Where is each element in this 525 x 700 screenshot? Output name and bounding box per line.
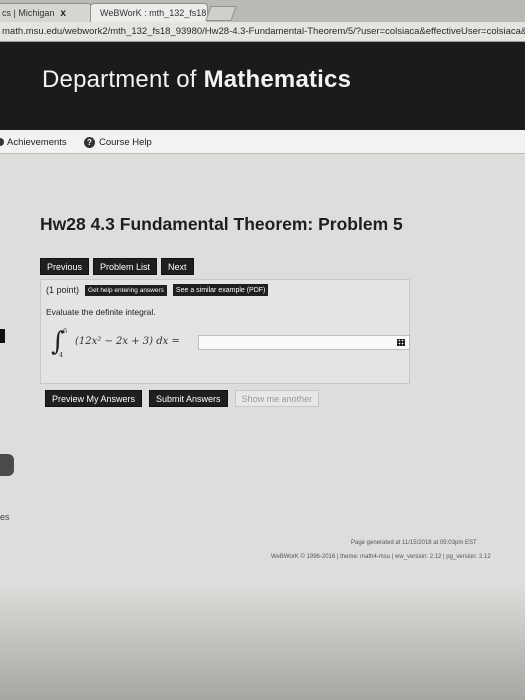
close-icon[interactable]: x bbox=[60, 8, 66, 19]
webwork-page: Department of Mathematics Achievements ?… bbox=[0, 42, 525, 700]
main-content: es Hw28 4.3 Fundamental Theorem: Problem… bbox=[0, 154, 525, 700]
similar-example-button[interactable]: See a similar example (PDF) bbox=[172, 284, 269, 296]
equation-editor-icon[interactable] bbox=[397, 339, 405, 346]
problem-header: (1 point) Get help entering answers See … bbox=[46, 284, 269, 296]
sidebar-fragment-text: es bbox=[0, 512, 10, 522]
new-tab-button[interactable] bbox=[205, 6, 237, 21]
url-text: math.msu.edu/webwork2/mth_132_fs18_93980… bbox=[2, 26, 525, 37]
next-button[interactable]: Next bbox=[161, 258, 194, 275]
nav-achievements[interactable]: Achievements bbox=[0, 130, 67, 154]
sidebar-toggle[interactable] bbox=[0, 454, 14, 476]
problem-panel: (1 point) Get help entering answers See … bbox=[40, 279, 410, 384]
show-another-button[interactable]: Show me another bbox=[234, 390, 320, 407]
answer-actions: Preview My Answers Submit Answers Show m… bbox=[45, 390, 320, 407]
department-title: Department of Mathematics bbox=[42, 66, 352, 93]
tab-label: WeBWorK : mth_132_fs18 bbox=[100, 8, 207, 18]
submit-answers-button[interactable]: Submit Answers bbox=[149, 390, 228, 407]
help-entering-answers-button[interactable]: Get help entering answers bbox=[85, 284, 167, 296]
address-bar[interactable]: math.msu.edu/webwork2/mth_132_fs18_93980… bbox=[0, 22, 525, 42]
tab-label: cs | Michigan bbox=[2, 8, 55, 18]
problem-instruction: Evaluate the definite integral. bbox=[46, 307, 156, 317]
upper-limit: 6 bbox=[63, 327, 68, 335]
tab-webwork[interactable]: WeBWorK : mth_132_fs18 X bbox=[90, 3, 208, 22]
problem-nav: Previous Problem List Next bbox=[40, 258, 194, 275]
trophy-icon bbox=[0, 138, 4, 146]
tab-michigan[interactable]: cs | Michigan x bbox=[0, 3, 92, 22]
answer-input[interactable] bbox=[198, 335, 410, 350]
sidebar-edge-marker bbox=[0, 329, 5, 343]
page-bottom-area bbox=[0, 584, 525, 700]
help-icon: ? bbox=[84, 136, 95, 148]
integral-expression: ∫ 6 4 (12x² − 2x + 3) dx = bbox=[51, 327, 411, 361]
department-banner: Department of Mathematics bbox=[0, 42, 525, 130]
problem-list-button[interactable]: Problem List bbox=[93, 258, 158, 275]
previous-button[interactable]: Previous bbox=[40, 258, 90, 275]
integrand: (12x² − 2x + 3) dx = bbox=[75, 336, 180, 347]
browser-tab-strip: cs | Michigan x WeBWorK : mth_132_fs18 X bbox=[0, 0, 525, 22]
page-generated-timestamp: Page generated at 11/15/2018 at 05:03pm … bbox=[351, 540, 477, 546]
lower-limit: 4 bbox=[59, 351, 64, 359]
problem-title: Hw28 4.3 Fundamental Theorem: Problem 5 bbox=[40, 214, 403, 234]
preview-answers-button[interactable]: Preview My Answers bbox=[45, 390, 143, 407]
points-label: (1 point) bbox=[46, 285, 80, 295]
nav-course-help[interactable]: ? Course Help bbox=[84, 130, 152, 154]
top-navbar: Achievements ? Course Help bbox=[0, 130, 525, 154]
version-info: WeBWorK © 1996-2016 | theme: math4-msu |… bbox=[271, 554, 491, 560]
